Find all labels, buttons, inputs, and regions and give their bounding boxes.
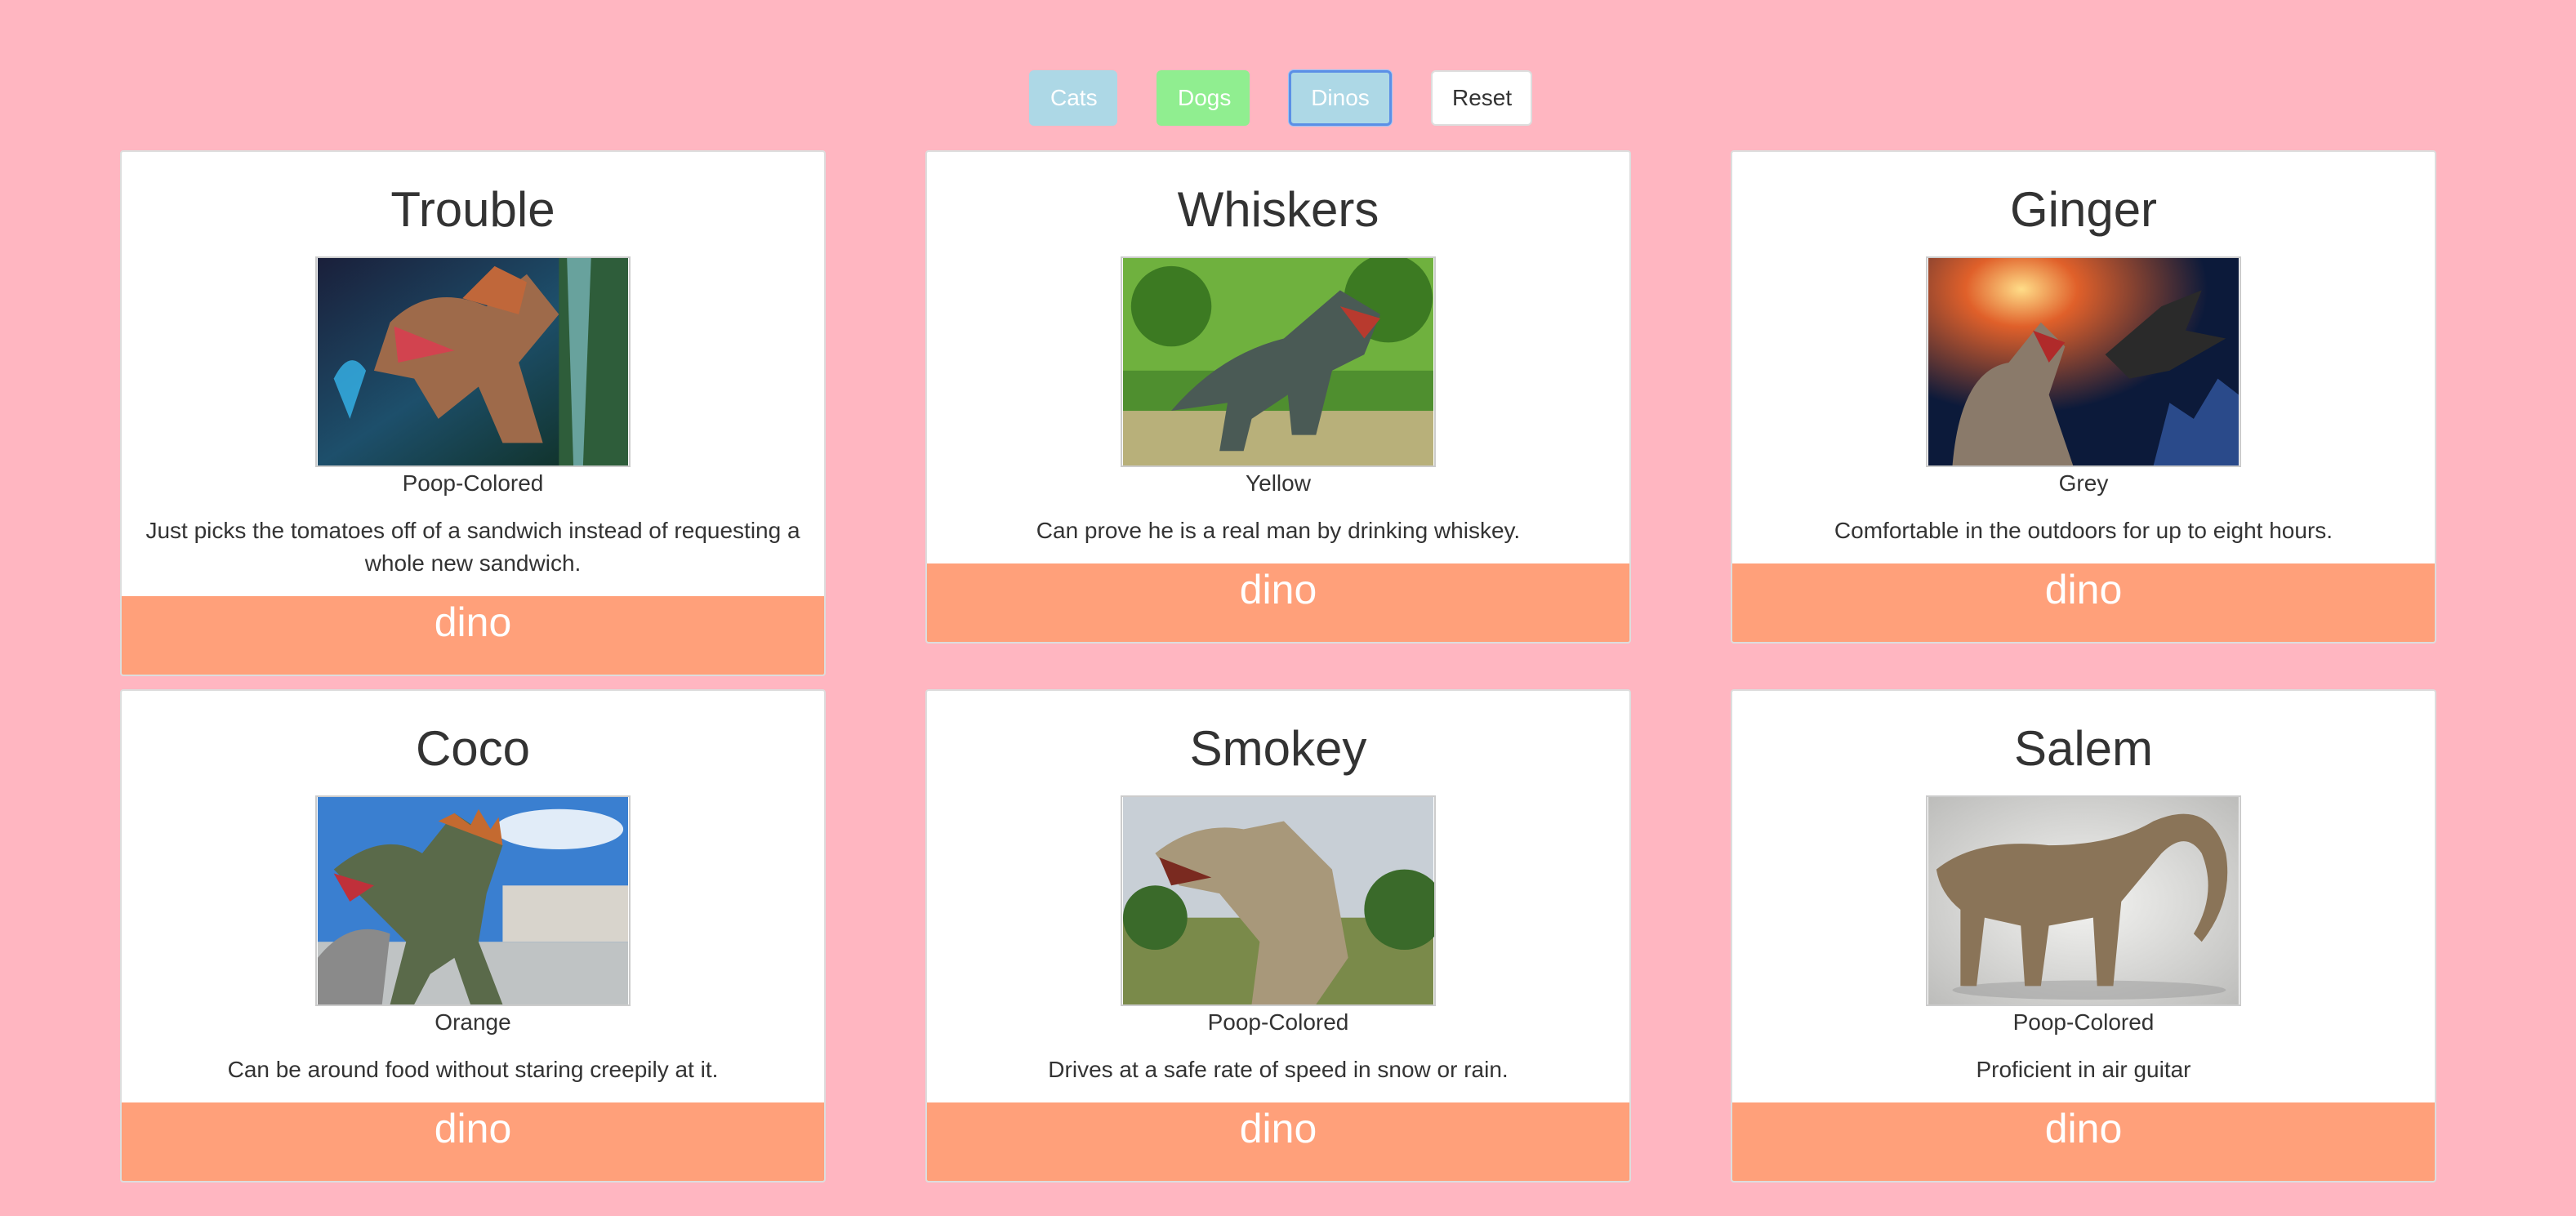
pet-description: Can prove he is a real man by drinking w…: [1036, 518, 1521, 543]
pet-photo: [1121, 256, 1436, 467]
pet-type-footer: dino: [1732, 563, 2435, 642]
pet-description: Can be around food without staring creep…: [227, 1057, 719, 1082]
pet-color: Yellow: [1246, 470, 1311, 496]
pet-name: Trouble: [390, 182, 555, 237]
pet-color: Poop-Colored: [402, 470, 544, 496]
pet-color: Orange: [435, 1009, 511, 1035]
pet-type-footer: dino: [122, 1102, 824, 1181]
dogs-filter-button[interactable]: Dogs: [1157, 70, 1250, 126]
pet-card-whiskers: Whiskers Yellow Can prove he is a real m…: [925, 150, 1631, 644]
pet-photo: [1926, 256, 2241, 467]
pet-card-ginger: Ginger Grey Comfortable in the outdoors …: [1731, 150, 2436, 644]
pet-name: Salem: [2013, 721, 2154, 776]
pet-card-smokey: Smokey Poop-Colored Drives at a safe rat…: [925, 689, 1631, 1183]
pet-name: Coco: [415, 721, 531, 776]
pet-card-coco: Coco Orange Can be around food without s…: [120, 689, 826, 1183]
pet-color: Grey: [2058, 470, 2109, 496]
pet-description: Proficient in air guitar: [1976, 1057, 2191, 1082]
pet-name: Smokey: [1189, 721, 1367, 776]
pet-name: Ginger: [2009, 182, 2158, 237]
pet-description: Just picks the tomatoes off of a sandwic…: [145, 518, 800, 576]
pet-type-footer: dino: [927, 563, 1629, 642]
pet-photo: [315, 256, 631, 467]
pet-description: Drives at a safe rate of speed in snow o…: [1048, 1057, 1509, 1082]
cats-filter-button[interactable]: Cats: [1029, 70, 1117, 126]
pet-type-footer: dino: [927, 1102, 1629, 1181]
pet-photo: [315, 795, 631, 1006]
pet-color: Poop-Colored: [1207, 1009, 1349, 1035]
pet-name: Whiskers: [1177, 182, 1379, 237]
pet-card-salem: Salem Poop-Colored Proficient in air gui…: [1731, 689, 2436, 1183]
reset-button[interactable]: Reset: [1431, 70, 1532, 126]
pet-color: Poop-Colored: [2012, 1009, 2155, 1035]
pet-type-footer: dino: [122, 596, 824, 675]
pet-description: Comfortable in the outdoors for up to ei…: [1834, 518, 2333, 543]
filter-bar: Cats Dogs Dinos Reset: [0, 70, 2561, 126]
dinos-filter-button[interactable]: Dinos: [1289, 70, 1392, 126]
pet-photo: [1926, 795, 2241, 1006]
pet-type-footer: dino: [1732, 1102, 2435, 1181]
pet-card-trouble: Trouble Poop-Colored Just picks the toma…: [120, 150, 826, 676]
pet-photo: [1121, 795, 1436, 1006]
